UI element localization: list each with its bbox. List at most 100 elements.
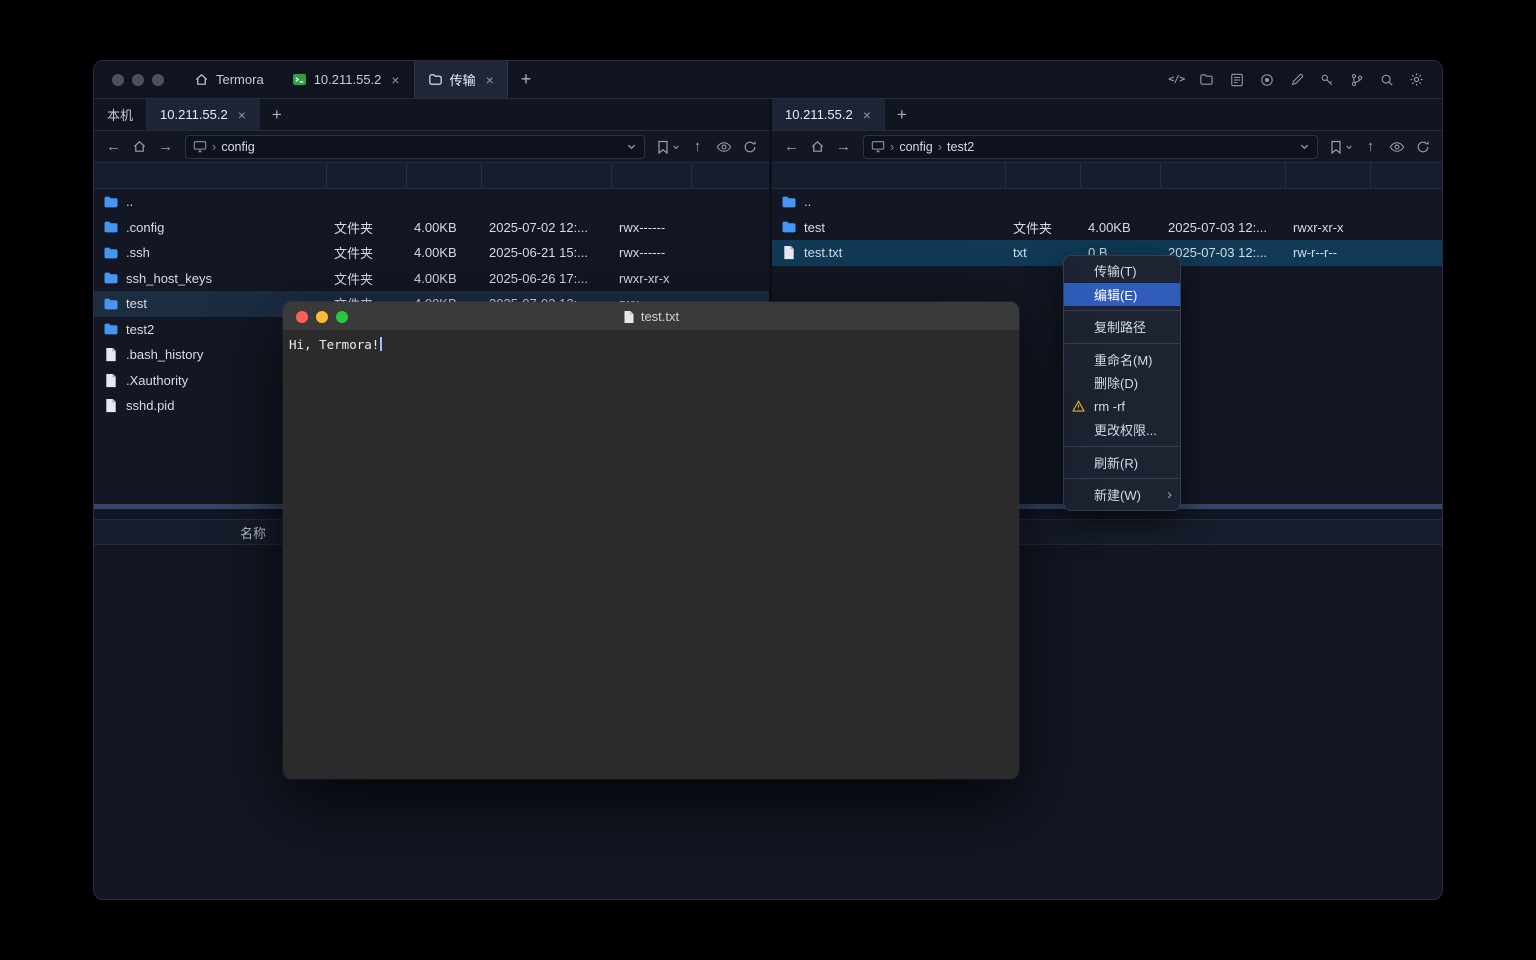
pencil-icon[interactable] bbox=[1285, 68, 1308, 91]
column-header[interactable] bbox=[772, 163, 1005, 188]
zoom-traffic-light[interactable] bbox=[152, 74, 164, 86]
refresh-icon bbox=[1416, 140, 1430, 154]
close-icon[interactable]: × bbox=[391, 73, 399, 87]
code-icon[interactable]: </> bbox=[1165, 68, 1188, 91]
column-header[interactable] bbox=[1160, 163, 1285, 188]
branch-icon[interactable] bbox=[1345, 68, 1368, 91]
home-button[interactable] bbox=[127, 135, 152, 159]
file-row[interactable]: .. bbox=[772, 189, 1442, 215]
menu-item[interactable]: › bbox=[1064, 446, 1180, 447]
new-tab-button[interactable]: + bbox=[260, 99, 294, 130]
file-owner bbox=[691, 189, 769, 215]
bookmark-button[interactable] bbox=[652, 135, 684, 159]
back-button[interactable]: ← bbox=[779, 135, 804, 159]
log-icon[interactable] bbox=[1225, 68, 1248, 91]
file-row[interactable]: .. bbox=[94, 189, 769, 215]
back-button[interactable]: ← bbox=[101, 135, 126, 159]
search-icon[interactable] bbox=[1375, 68, 1398, 91]
column-header[interactable] bbox=[691, 163, 769, 188]
column-header[interactable] bbox=[481, 163, 611, 188]
menu-item[interactable]: 复制路径 › bbox=[1064, 315, 1180, 339]
column-header[interactable] bbox=[1370, 163, 1442, 188]
forward-button[interactable]: → bbox=[153, 135, 178, 159]
close-traffic-light[interactable] bbox=[112, 74, 124, 86]
path-segment[interactable]: › test2 bbox=[938, 139, 974, 154]
minimize-traffic-light[interactable] bbox=[316, 311, 328, 323]
menu-item[interactable]: › bbox=[1064, 310, 1180, 311]
menu-item[interactable]: 删除(D) › bbox=[1064, 371, 1180, 395]
column-header[interactable] bbox=[1285, 163, 1370, 188]
chevron-right-icon: › bbox=[890, 139, 894, 154]
column-header[interactable] bbox=[611, 163, 691, 188]
titlebar-tab[interactable]: 传输 × bbox=[414, 61, 508, 98]
menu-item[interactable]: 传输(T) › bbox=[1064, 259, 1180, 283]
chevron-down-icon[interactable] bbox=[626, 141, 637, 152]
panel-tab[interactable]: 10.211.55.2 × bbox=[772, 99, 885, 130]
chevron-down-icon bbox=[672, 143, 680, 151]
menu-item-label: 更改权限... bbox=[1094, 420, 1157, 439]
menu-item[interactable]: rm -rf › bbox=[1064, 395, 1180, 419]
file-type bbox=[1005, 189, 1080, 215]
path-input[interactable]: › config › test2 bbox=[863, 135, 1318, 159]
column-header[interactable] bbox=[326, 163, 406, 188]
close-icon[interactable]: × bbox=[863, 108, 871, 122]
folder-icon[interactable] bbox=[1195, 68, 1218, 91]
menu-item[interactable]: › bbox=[1064, 478, 1180, 479]
column-header[interactable] bbox=[1080, 163, 1160, 188]
menu-item[interactable]: 刷新(R) › bbox=[1064, 451, 1180, 475]
file-permissions: rwx------ bbox=[611, 240, 691, 266]
folder-icon bbox=[103, 219, 119, 235]
window-controls[interactable] bbox=[94, 61, 180, 98]
close-traffic-light[interactable] bbox=[296, 311, 308, 323]
eye-icon bbox=[716, 141, 732, 153]
chevron-down-icon[interactable] bbox=[1299, 141, 1310, 152]
folder-icon bbox=[428, 72, 443, 87]
new-tab-button[interactable]: + bbox=[885, 99, 919, 130]
settings-icon[interactable] bbox=[1405, 68, 1428, 91]
column-header[interactable] bbox=[94, 163, 326, 188]
zoom-traffic-light[interactable] bbox=[336, 311, 348, 323]
close-icon[interactable]: × bbox=[238, 108, 246, 122]
record-icon[interactable] bbox=[1255, 68, 1278, 91]
column-header[interactable] bbox=[406, 163, 481, 188]
path-segment[interactable]: › config bbox=[890, 139, 933, 154]
menu-item[interactable]: 更改权限... › bbox=[1064, 418, 1180, 442]
file-permissions: rwx------ bbox=[611, 215, 691, 241]
titlebar-tab[interactable]: 10.211.55.2 × bbox=[278, 61, 414, 98]
column-header[interactable] bbox=[1005, 163, 1080, 188]
up-button[interactable]: ↑ bbox=[1358, 135, 1383, 159]
file-row[interactable]: test 文件夹 4.00KB 2025-07-03 12:... rwxr-x… bbox=[772, 215, 1442, 241]
new-tab-button[interactable]: + bbox=[508, 61, 545, 98]
file-row[interactable]: .ssh 文件夹 4.00KB 2025-06-21 15:... rwx---… bbox=[94, 240, 769, 266]
file-row[interactable]: .config 文件夹 4.00KB 2025-07-02 12:... rwx… bbox=[94, 215, 769, 241]
home-icon bbox=[194, 72, 209, 87]
submenu-chevron-icon: › bbox=[1167, 487, 1172, 502]
show-hidden-button[interactable] bbox=[711, 135, 736, 159]
bookmark-button[interactable] bbox=[1325, 135, 1357, 159]
minimize-traffic-light[interactable] bbox=[132, 74, 144, 86]
file-name: .Xauthority bbox=[126, 373, 188, 388]
path-input[interactable]: › config bbox=[185, 135, 645, 159]
forward-button[interactable]: → bbox=[831, 135, 856, 159]
panel-tab[interactable]: 10.211.55.2 × bbox=[147, 99, 260, 130]
file-row[interactable]: ssh_host_keys 文件夹 4.00KB 2025-06-26 17:.… bbox=[94, 266, 769, 292]
path-segment[interactable]: › config bbox=[212, 139, 255, 154]
refresh-button[interactable] bbox=[1410, 135, 1435, 159]
menu-item[interactable]: 重命名(M) › bbox=[1064, 348, 1180, 372]
menu-item[interactable]: › bbox=[1064, 343, 1180, 344]
titlebar-tab[interactable]: Termora bbox=[180, 61, 278, 98]
key-icon[interactable] bbox=[1315, 68, 1338, 91]
refresh-button[interactable] bbox=[737, 135, 762, 159]
home-button[interactable] bbox=[805, 135, 830, 159]
menu-item[interactable]: 新建(W) › bbox=[1064, 483, 1180, 507]
up-button[interactable]: ↑ bbox=[685, 135, 710, 159]
panel-tab[interactable]: 本机 bbox=[94, 99, 147, 130]
file-owner bbox=[1370, 215, 1442, 241]
editor-titlebar[interactable]: test.txt bbox=[283, 302, 1019, 331]
file-mtime bbox=[1160, 189, 1285, 215]
close-icon[interactable]: × bbox=[486, 73, 494, 87]
menu-item[interactable]: 编辑(E) › bbox=[1064, 283, 1180, 307]
file-icon bbox=[104, 398, 118, 413]
editor-content[interactable]: Hi, Termora! bbox=[283, 331, 1019, 358]
show-hidden-button[interactable] bbox=[1384, 135, 1409, 159]
